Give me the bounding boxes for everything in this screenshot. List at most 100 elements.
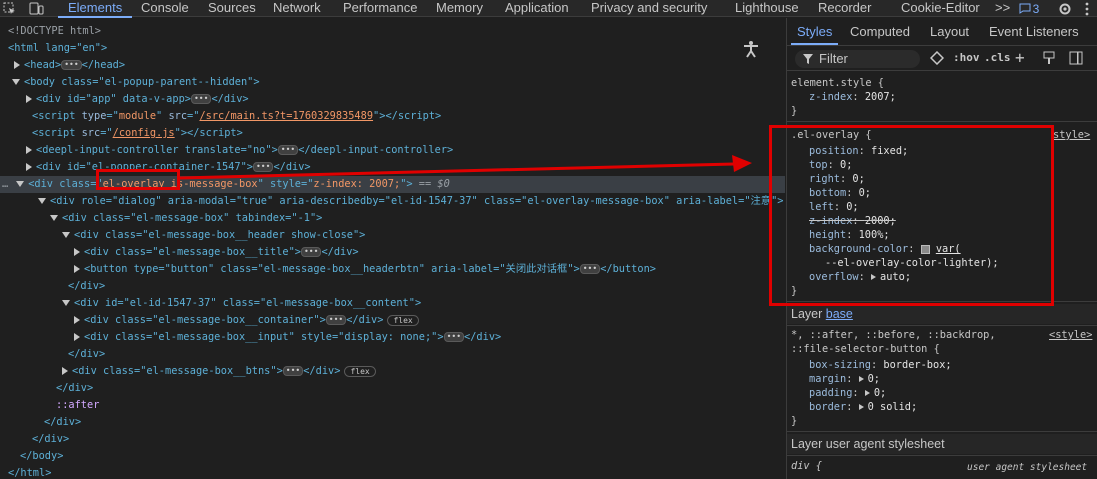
- dom-line[interactable]: </div>: [0, 380, 785, 397]
- ellipsis-icon[interactable]: •••: [61, 60, 82, 70]
- dom-line[interactable]: <div class="el-message-box__title"> ••• </…: [0, 244, 785, 261]
- style-property[interactable]: height: 100%;: [791, 228, 890, 242]
- dom-line[interactable]: </div>: [0, 278, 785, 295]
- ellipsis-icon[interactable]: •••: [443, 332, 465, 342]
- flex-badge[interactable]: flex: [387, 314, 419, 326]
- paint-bucket-icon[interactable]: [929, 50, 945, 68]
- dom-line[interactable]: </div>: [0, 346, 785, 363]
- filter-input[interactable]: Filter: [795, 50, 920, 68]
- ellipsis-icon[interactable]: •••: [190, 94, 212, 104]
- expand-arrow-icon[interactable]: [74, 265, 80, 273]
- style-property[interactable]: position: fixed;: [791, 144, 908, 158]
- expand-arrow-icon[interactable]: [62, 367, 68, 375]
- dom-line[interactable]: ::after: [0, 397, 785, 414]
- ellipsis-icon[interactable]: •••: [300, 247, 322, 257]
- tab-event-listeners[interactable]: Event Listeners: [989, 18, 1079, 45]
- dom-line[interactable]: </div>: [0, 431, 785, 448]
- overlay-rule-selector[interactable]: .el-overlay {: [791, 128, 872, 142]
- collapse-arrow-icon[interactable]: [12, 79, 20, 85]
- expand-arrow-icon[interactable]: [864, 390, 870, 396]
- ellipsis-icon[interactable]: •••: [282, 366, 304, 376]
- issues-counter[interactable]: 3: [1017, 0, 1041, 17]
- expand-arrow-icon[interactable]: [74, 248, 80, 256]
- dom-line[interactable]: <div id="el-id-1547-37" class="el-messag…: [0, 295, 785, 312]
- tab-memory[interactable]: Memory: [436, 0, 483, 17]
- dom-line[interactable]: </div>: [0, 414, 785, 431]
- plus-icon[interactable]: +: [1015, 48, 1025, 67]
- layer-base-link[interactable]: base: [826, 307, 853, 321]
- dom-line[interactable]: <div role="dialog" aria-modal="true" ari…: [0, 193, 785, 210]
- tab-elements[interactable]: Elements: [57, 0, 133, 18]
- dom-line[interactable]: <head> ••• </head>: [0, 57, 785, 74]
- dom-line[interactable]: <div class="el-message-box__container"> •…: [0, 312, 785, 329]
- more-tabs-button[interactable]: >>: [995, 0, 1010, 17]
- dom-line[interactable]: <body class="el-popup-parent--hidden">: [0, 74, 785, 91]
- style-source-link[interactable]: style>: [1053, 128, 1090, 142]
- tab-computed[interactable]: Computed: [850, 18, 910, 45]
- color-swatch[interactable]: [920, 244, 930, 254]
- expand-arrow-icon[interactable]: [858, 376, 864, 382]
- expand-arrow-icon[interactable]: [74, 333, 80, 341]
- dom-line[interactable]: <html lang="en">: [0, 40, 785, 57]
- style-property[interactable]: padding: 0;: [791, 386, 886, 400]
- collapse-arrow-icon[interactable]: [62, 232, 70, 238]
- style-property[interactable]: z-index: 2007;: [791, 90, 896, 104]
- dom-line[interactable]: <div class="el-message-box__header show-…: [0, 227, 785, 244]
- tab-application[interactable]: Application: [505, 0, 569, 17]
- tab-lighthouse[interactable]: Lighthouse: [735, 0, 799, 17]
- inspect-element-icon[interactable]: [2, 0, 16, 17]
- style-property[interactable]: left: 0;: [791, 200, 859, 214]
- dom-line[interactable]: <script src="/config.js"></script>: [0, 125, 785, 142]
- dom-line[interactable]: <div id="app" data-v-app> ••• </div>: [0, 91, 785, 108]
- tab-console[interactable]: Console: [141, 0, 189, 17]
- tab-recorder[interactable]: Recorder: [818, 0, 871, 17]
- ellipsis-icon[interactable]: •••: [325, 315, 347, 325]
- expand-arrow-icon[interactable]: [858, 404, 864, 410]
- style-property[interactable]: border: 0 solid;: [791, 400, 917, 414]
- dom-line[interactable]: </html>: [0, 465, 785, 479]
- expand-arrow-icon[interactable]: [26, 163, 32, 171]
- tab-network[interactable]: Network: [273, 0, 321, 17]
- hov-toggle[interactable]: :hov: [953, 51, 980, 64]
- dom-line[interactable]: <div class="el-message-box__input" style…: [0, 329, 785, 346]
- collapse-arrow-icon[interactable]: [62, 300, 70, 306]
- tab-styles[interactable]: Styles: [790, 18, 839, 45]
- expand-arrow-icon[interactable]: [871, 274, 877, 280]
- dom-line[interactable]: <!DOCTYPE html>: [0, 23, 785, 40]
- expand-arrow-icon[interactable]: [26, 146, 32, 154]
- device-toolbar-icon[interactable]: [28, 0, 44, 17]
- universal-rule-selector-2[interactable]: ::file-selector-button {: [791, 342, 940, 356]
- flex-badge[interactable]: flex: [344, 365, 376, 377]
- universal-rule-selector[interactable]: *, ::after, ::before, ::backdrop,: [791, 328, 996, 342]
- tab-sources[interactable]: Sources: [208, 0, 256, 17]
- style-source-link[interactable]: <style>: [1049, 328, 1092, 342]
- style-property[interactable]: overflow: auto;: [791, 270, 911, 284]
- tab-privacy-security[interactable]: Privacy and security: [591, 0, 707, 17]
- style-property-overridden[interactable]: z-index: 2000;: [791, 214, 896, 228]
- expand-arrow-icon[interactable]: [14, 61, 20, 69]
- expand-arrow-icon[interactable]: [26, 95, 32, 103]
- dom-line[interactable]: <div class="el-message-box__btns"> ••• </d…: [0, 363, 785, 380]
- tab-cookie-editor[interactable]: Cookie-Editor: [901, 0, 980, 17]
- cls-toggle[interactable]: .cls: [984, 51, 1011, 64]
- toggle-sidebar-icon[interactable]: [1069, 51, 1083, 68]
- element-style-selector[interactable]: element.style {: [791, 76, 884, 90]
- dom-line[interactable]: <button type="button" class="el-message-…: [0, 261, 785, 278]
- collapse-arrow-icon[interactable]: [38, 198, 46, 204]
- style-property[interactable]: bottom: 0;: [791, 186, 871, 200]
- rendering-icon[interactable]: [1043, 51, 1055, 68]
- tab-layout[interactable]: Layout: [930, 18, 969, 45]
- style-property[interactable]: right: 0;: [791, 172, 865, 186]
- collapse-arrow-icon[interactable]: [50, 215, 58, 221]
- dom-line[interactable]: <script type="module" src="/src/main.ts?…: [0, 108, 785, 125]
- accessibility-icon[interactable]: [742, 40, 760, 58]
- style-property[interactable]: top: 0;: [791, 158, 852, 172]
- style-property[interactable]: background-color: var(: [791, 242, 961, 256]
- collapse-arrow-icon[interactable]: [16, 181, 25, 187]
- expand-arrow-icon[interactable]: [74, 316, 80, 324]
- ellipsis-icon[interactable]: •••: [579, 264, 601, 274]
- kebab-menu-icon[interactable]: [1081, 0, 1093, 17]
- gear-icon[interactable]: [1056, 0, 1074, 17]
- style-property[interactable]: margin: 0;: [791, 372, 880, 386]
- dom-line[interactable]: <div class="el-message-box" tabindex="-1…: [0, 210, 785, 227]
